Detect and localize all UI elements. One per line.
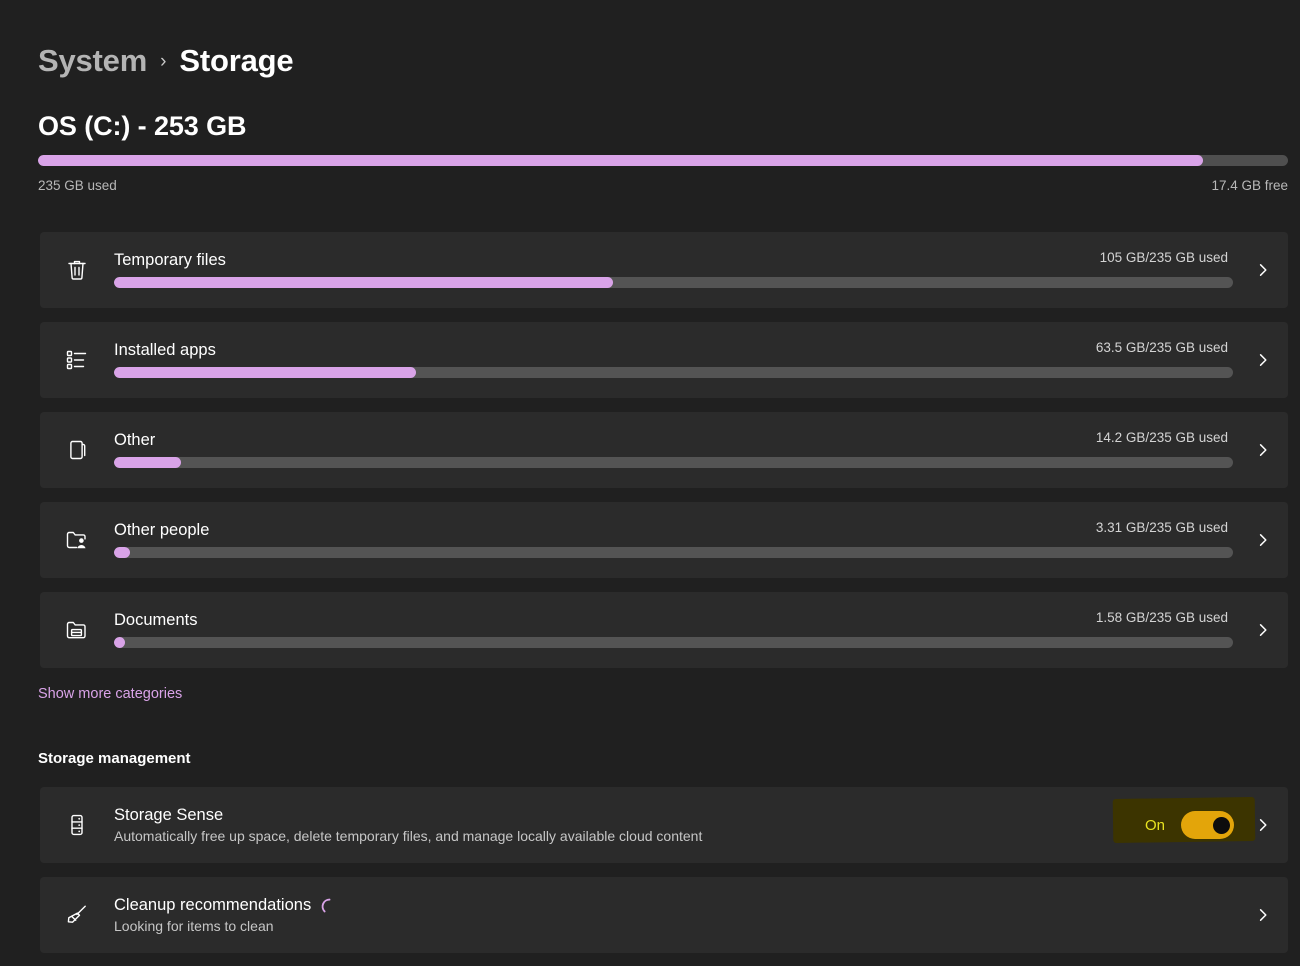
- app-list-icon: [40, 347, 114, 373]
- drive-free-label: 17.4 GB free: [1211, 178, 1288, 193]
- storage-category-label: Other: [114, 431, 156, 449]
- show-more-categories-link[interactable]: Show more categories: [38, 686, 182, 702]
- documents-folder-icon: [40, 617, 114, 643]
- storage-category-bar-fill: [114, 277, 614, 288]
- chevron-right-icon[interactable]: [1238, 907, 1288, 923]
- storage-category-bar: [114, 637, 1233, 648]
- storage-category-bar: [114, 547, 1233, 558]
- storage-sense-toggle[interactable]: [1181, 811, 1234, 839]
- storage-category-usage: 63.5 GB/235 GB used: [1095, 340, 1228, 355]
- drive-used-label: 235 GB used: [38, 178, 117, 193]
- storage-settings-page: System › Storage OS (C:) - 253 GB 235 GB…: [0, 0, 1300, 966]
- storage-category-row[interactable]: Documents 1.58 GB/235 GB used: [40, 592, 1288, 668]
- storage-category-bar: [114, 457, 1233, 468]
- storage-category-label: Other people: [114, 521, 210, 539]
- toggle-knob: [1213, 816, 1230, 834]
- storage-category-bar-fill: [114, 367, 417, 378]
- storage-category-usage: 105 GB/235 GB used: [1099, 250, 1228, 265]
- storage-category-row[interactable]: Temporary files 105 GB/235 GB used: [40, 232, 1288, 308]
- trash-icon: [40, 257, 114, 283]
- storage-management-subtitle: Automatically free up space, delete temp…: [114, 828, 703, 844]
- storage-category-body: Documents 1.58 GB/235 GB used: [114, 592, 1238, 668]
- storage-management-title: Storage Sense: [114, 806, 224, 824]
- breadcrumb: System › Storage: [38, 40, 294, 82]
- chevron-right-icon[interactable]: [1238, 532, 1288, 548]
- broom-icon: [40, 902, 114, 928]
- storage-category-label: Installed apps: [114, 341, 216, 359]
- storage-management-header: Storage management: [38, 750, 191, 767]
- storage-category-usage: 3.31 GB/235 GB used: [1095, 520, 1228, 535]
- storage-category-usage: 14.2 GB/235 GB used: [1095, 430, 1228, 445]
- storage-category-row[interactable]: Other 14.2 GB/235 GB used: [40, 412, 1288, 488]
- storage-management-title-row: Cleanup recommendations: [114, 896, 1238, 915]
- storage-category-usage: 1.58 GB/235 GB used: [1095, 610, 1228, 625]
- storage-category-bar: [114, 277, 1233, 288]
- storage-category-label: Documents: [114, 611, 198, 629]
- storage-management-row[interactable]: Storage Sense Automatically free up space…: [40, 787, 1288, 863]
- chevron-right-icon[interactable]: [1238, 442, 1288, 458]
- chevron-right-icon[interactable]: [1238, 262, 1288, 278]
- storage-category-list: Temporary files 105 GB/235 GB used Install…: [40, 232, 1288, 682]
- storage-management-subtitle: Looking for items to clean: [114, 918, 274, 934]
- storage-management-text: Storage Sense Automatically free up space…: [114, 806, 1145, 844]
- chevron-right-icon[interactable]: [1238, 352, 1288, 368]
- storage-category-body: Installed apps 63.5 GB/235 GB used: [114, 322, 1238, 398]
- storage-management-title-row: Storage Sense: [114, 806, 1145, 825]
- chevron-right-icon: ›: [160, 51, 167, 72]
- storage-category-label: Temporary files: [114, 251, 226, 269]
- storage-sense-toggle-group[interactable]: On: [1112, 797, 1256, 843]
- storage-category-body: Temporary files 105 GB/235 GB used: [114, 232, 1238, 308]
- breadcrumb-current-storage: Storage: [179, 43, 294, 78]
- storage-management-list: Storage Sense Automatically free up space…: [40, 787, 1288, 966]
- toggle-state-label: On: [1144, 816, 1165, 834]
- storage-category-bar-fill: [114, 637, 125, 648]
- drive-usage-legend: 235 GB used 17.4 GB free: [38, 178, 1288, 193]
- other-people-icon: [40, 527, 114, 553]
- storage-management-text: Cleanup recommendations Looking for items…: [114, 896, 1238, 934]
- storage-category-body: Other 14.2 GB/235 GB used: [114, 412, 1238, 488]
- documents-stack-icon: [40, 437, 114, 463]
- drive-usage-bar: [38, 155, 1288, 166]
- drive-title: OS (C:) - 253 GB: [38, 111, 247, 141]
- storage-category-bar: [114, 367, 1233, 378]
- chevron-right-icon[interactable]: [1238, 622, 1288, 638]
- storage-category-bar-fill: [114, 457, 182, 468]
- storage-management-row[interactable]: Cleanup recommendations Looking for items…: [40, 877, 1288, 953]
- breadcrumb-system-link[interactable]: System: [38, 41, 147, 81]
- drive-usage-bar-fill: [38, 155, 1203, 166]
- storage-category-bar-fill: [114, 547, 130, 558]
- storage-category-row[interactable]: Installed apps 63.5 GB/235 GB used: [40, 322, 1288, 398]
- storage-category-body: Other people 3.31 GB/235 GB used: [114, 502, 1238, 578]
- loading-spinner-icon: [321, 898, 338, 915]
- storage-category-row[interactable]: Other people 3.31 GB/235 GB used: [40, 502, 1288, 578]
- storage-management-title: Cleanup recommendations: [114, 896, 312, 914]
- drive-stack-icon: [40, 812, 114, 838]
